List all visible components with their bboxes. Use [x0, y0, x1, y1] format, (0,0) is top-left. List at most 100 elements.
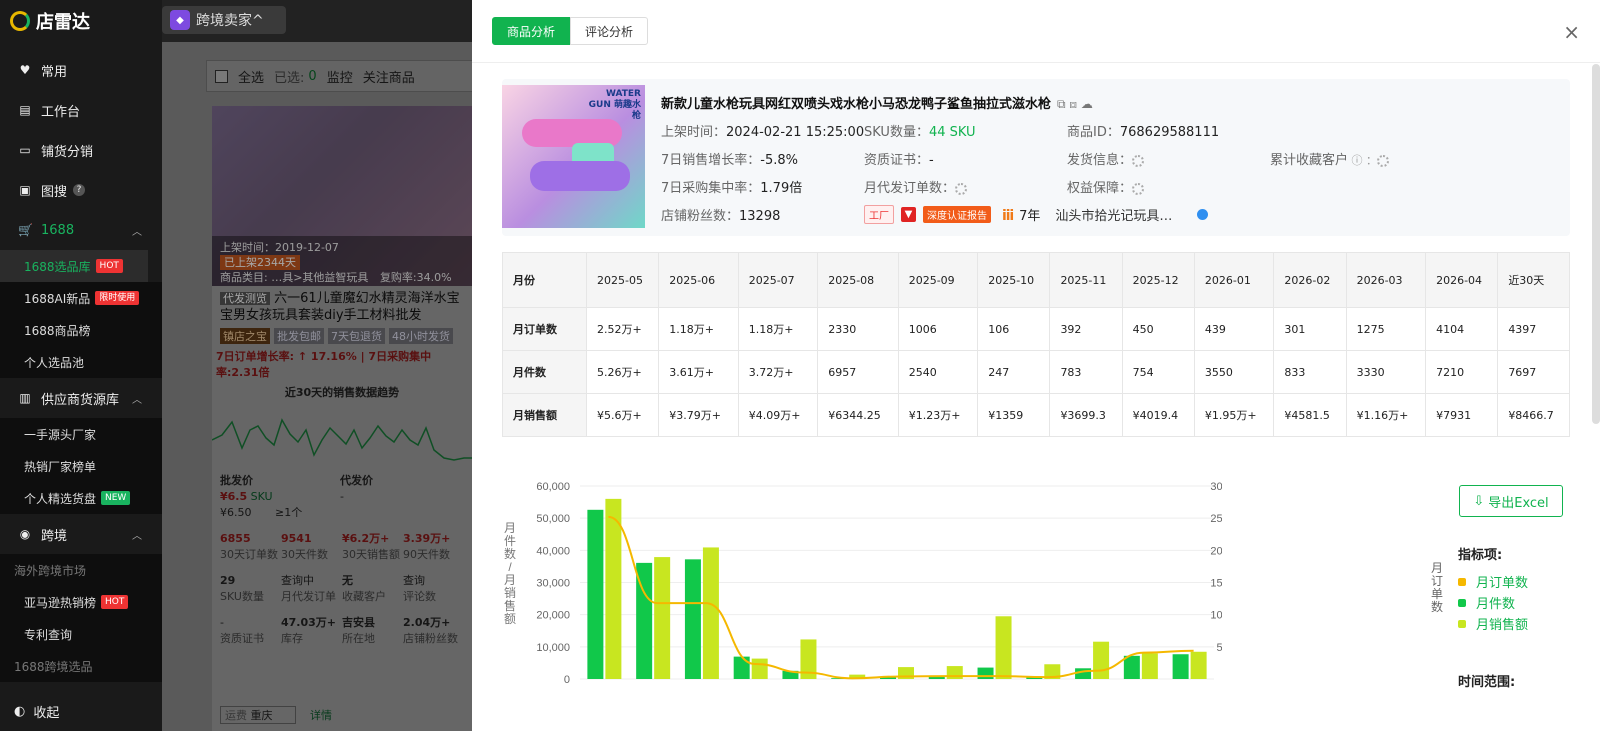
- field-value: -: [929, 153, 934, 168]
- sidebar-item-label: 个人选品池: [24, 355, 85, 370]
- y-left-tick-label: 0: [564, 674, 570, 686]
- table-cell: ¥3699.3: [1049, 393, 1123, 437]
- sidebar-item-workbench[interactable]: ▤ 工作台: [0, 90, 162, 130]
- legend: 指标项: 月订单数 月件数 月销售额 时间范围:: [1458, 544, 1528, 690]
- table-cell: ¥4.09万+: [737, 393, 819, 437]
- table-cell: 392: [1049, 307, 1123, 351]
- copy-icon[interactable]: ⧉: [1057, 97, 1066, 111]
- table-cell: 3.61万+: [658, 350, 739, 394]
- collapse-label: 收起: [33, 705, 60, 721]
- sidebar-item-1688-rank[interactable]: 1688商品榜: [0, 314, 162, 346]
- field-value: 2024-02-21 15:25:00: [726, 125, 865, 140]
- table-cell: 106: [977, 307, 1051, 351]
- report-badge[interactable]: 深度认证报告: [923, 206, 991, 223]
- table-header-cell: 2026-01: [1193, 252, 1275, 308]
- table-header-cell: 2026-02: [1273, 252, 1347, 308]
- logo-text: 店雷达: [36, 12, 90, 33]
- y-axis-left-label-char: 件: [504, 534, 516, 548]
- bar-月销售额: [702, 547, 719, 679]
- tab-review-analysis[interactable]: 评论分析: [570, 17, 649, 45]
- table-header-cell: 2025-11: [1049, 252, 1123, 308]
- wangwang-icon[interactable]: [1197, 209, 1209, 220]
- y-axis-left-label-char: 额: [504, 612, 516, 626]
- table-cell: 2330: [817, 307, 899, 351]
- sidebar-item-personal-pool[interactable]: 个人选品池: [0, 346, 162, 378]
- field-value: -5.8%: [760, 153, 798, 168]
- export-label: 导出Excel: [1488, 495, 1549, 511]
- document-icon: ▤: [19, 103, 31, 117]
- sidebar-group-1688[interactable]: 🛒 1688 ︿: [0, 210, 162, 250]
- collapse-button[interactable]: ◐ 收起: [0, 691, 162, 731]
- field-key: 店铺粉丝数：: [661, 209, 740, 224]
- export-excel-button[interactable]: ⇩ 导出Excel: [1459, 485, 1563, 517]
- tab-product-analysis[interactable]: 商品分析: [492, 17, 571, 45]
- table-cell: 3330: [1345, 350, 1427, 394]
- table-row-header: 月销售额: [502, 393, 587, 437]
- close-icon[interactable]: ×: [1563, 22, 1580, 42]
- field-value[interactable]: 44 SKU: [929, 125, 976, 140]
- bar-月销售额: [995, 616, 1012, 679]
- table-cell: 783: [1049, 350, 1123, 394]
- sidebar-item-hot-factory[interactable]: 热销厂家榜单: [0, 450, 162, 482]
- copy-link-icon[interactable]: ⧈: [1069, 97, 1077, 111]
- y-right-tick-label: 10,000: [1210, 610, 1222, 622]
- table-cell: 1275: [1345, 307, 1427, 351]
- table-header-cell: 2025-12: [1121, 252, 1195, 308]
- bar-月件数: [587, 509, 604, 679]
- table-header-cell: 近30天: [1497, 252, 1570, 308]
- bar-月销售额: [1093, 641, 1110, 679]
- sidebar-item-source-factory[interactable]: 一手源头厂家: [0, 418, 162, 450]
- table-cell: 1.18万+: [737, 307, 819, 351]
- table-cell: 4104: [1425, 307, 1499, 351]
- y-axis-left-label-char: 售: [504, 598, 516, 613]
- seller-switch-label: 跨境卖家^: [196, 13, 264, 29]
- table-cell: 2540: [897, 350, 979, 394]
- product-title[interactable]: 新款儿童水枪玩具网红双喷头戏水枪小马恐龙鸭子鲨鱼抽拉式滋水枪 ⧉ ⧈ ☁: [661, 93, 1093, 112]
- legend-item-orders[interactable]: 月订单数: [1458, 571, 1528, 592]
- bar-月销售额: [654, 557, 671, 679]
- sidebar-item-personal-goods[interactable]: 个人精选货盘 NEW: [0, 482, 162, 514]
- loading-icon: [1132, 154, 1145, 167]
- table-header-cell: 2026-03: [1345, 252, 1427, 308]
- y-left-tick-label: 30,000: [536, 578, 570, 590]
- table-header-cell: 2025-08: [817, 252, 899, 308]
- legend-swatch: [1458, 619, 1466, 628]
- table-cell: ¥1359: [977, 393, 1051, 437]
- seller-switch-button[interactable]: ◆ 跨境卖家^: [162, 6, 286, 34]
- sidebar-item-patent[interactable]: 专利查询: [0, 618, 162, 650]
- sidebar-item-1688-ai[interactable]: 1688AI新品 限时使用: [0, 282, 162, 314]
- legend-item-pieces[interactable]: 月件数: [1458, 592, 1528, 613]
- scrollbar[interactable]: [1592, 64, 1600, 424]
- bar-月件数: [977, 667, 994, 679]
- sidebar-group-cross[interactable]: ◉ 跨境 ︿: [0, 514, 162, 554]
- field-key: SKU数量：: [864, 125, 929, 140]
- factory-badge: 工厂: [864, 205, 894, 224]
- app-logo[interactable]: 店雷达: [0, 0, 162, 42]
- y-left-tick-label: 50,000: [536, 513, 570, 525]
- legend-item-sales[interactable]: 月销售额: [1458, 613, 1528, 634]
- table-cell: ¥7931: [1425, 393, 1499, 437]
- section-label: 1688跨境选品: [14, 659, 93, 674]
- sidebar-item-image-search[interactable]: ▣ 图搜?: [0, 170, 162, 210]
- table-cell: ¥5.6万+: [585, 393, 660, 437]
- field-cert: 资质证书：-: [864, 149, 934, 168]
- table-header-cell: 2026-04: [1425, 252, 1499, 308]
- table-cell: ¥4019.4: [1121, 393, 1195, 437]
- table-cell: 7697: [1497, 350, 1570, 394]
- sidebar-item-common[interactable]: ♥ 常用: [0, 50, 162, 90]
- sidebar-item-distribution[interactable]: ▭ 铺货分销: [0, 130, 162, 170]
- y-axis-left-label-char: 数: [504, 546, 516, 561]
- sidebar-item-label: 铺货分销: [41, 144, 94, 160]
- y-axis-left-label-char: 月: [504, 573, 516, 587]
- field-fans: 店铺粉丝数：13298: [661, 205, 780, 224]
- seller-avatar-icon: ◆: [170, 10, 190, 30]
- table-cell: ¥3.79万+: [658, 393, 739, 437]
- sidebar-item-amazon[interactable]: 亚马逊热销榜 HOT: [0, 586, 162, 618]
- modal-mask[interactable]: [162, 42, 472, 731]
- sidebar-item-1688-selection[interactable]: 1688选品库 HOT: [0, 250, 148, 282]
- cloud-icon[interactable]: ☁: [1081, 97, 1093, 111]
- field-value: 13298: [739, 209, 781, 224]
- sidebar-group-supply[interactable]: ▥ 供应商货源库 ︿: [0, 378, 162, 418]
- building-icon: ▥: [19, 391, 31, 405]
- shop-name[interactable]: 汕头市拾光记玩具…: [1055, 205, 1172, 224]
